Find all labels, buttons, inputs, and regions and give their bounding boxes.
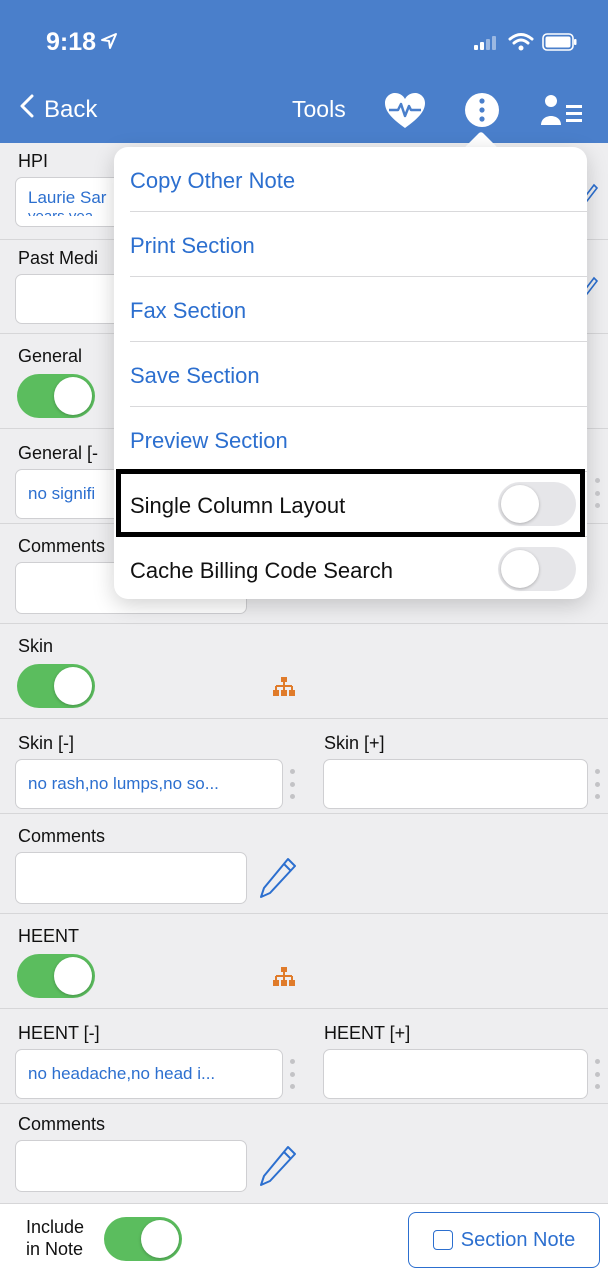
status-time: 9:18 <box>46 28 97 56</box>
drag-handle-icon[interactable] <box>593 478 601 508</box>
comments-label: Comments <box>18 536 106 556</box>
skin-label: Skin <box>18 636 54 656</box>
skin-toggle[interactable] <box>17 664 95 708</box>
highlight-box <box>116 469 585 537</box>
general-negative-label: General [- <box>18 443 99 463</box>
menu-item-label: Print Section <box>130 233 255 258</box>
wifi-icon <box>508 32 534 57</box>
menu-item-label: Fax Section <box>130 298 247 323</box>
section-note-label: Section Note <box>460 1228 576 1251</box>
skin-negative-field[interactable]: no rash,no lumps,no so... <box>15 759 283 809</box>
heart-pulse-icon[interactable] <box>383 92 427 135</box>
menu-item-fax-section[interactable]: Fax Section <box>114 277 587 342</box>
location-arrow-icon <box>100 32 118 55</box>
drag-handle-icon[interactable] <box>593 1059 601 1089</box>
drag-handle-icon[interactable] <box>288 769 296 799</box>
heent-findings-row: HEENT [-] no headache,no head i... HEENT… <box>0 1009 608 1104</box>
heent-label: HEENT <box>18 926 80 946</box>
user-list-icon[interactable] <box>541 93 585 132</box>
tree-icon[interactable] <box>272 966 296 993</box>
skin-positive-label: Skin [+] <box>324 733 385 753</box>
hpi-label: HPI <box>18 151 49 171</box>
menu-item-label: Save Section <box>130 363 260 388</box>
comments-row-2: Comments <box>0 814 608 914</box>
more-options-icon[interactable] <box>464 92 500 133</box>
signal-icon <box>474 34 500 55</box>
comments-label: Comments <box>18 1114 106 1134</box>
back-label: Back <box>44 95 98 123</box>
menu-item-label: Copy Other Note <box>130 168 296 193</box>
skin-findings-row: Skin [-] no rash,no lumps,no so... Skin … <box>0 719 608 814</box>
general-label: General <box>18 346 83 366</box>
include-in-note-label: Include in Note <box>26 1216 84 1260</box>
heent-negative-field[interactable]: no headache,no head i... <box>15 1049 283 1099</box>
menu-item-print-section[interactable]: Print Section <box>114 212 587 277</box>
tools-button[interactable]: Tools <box>292 96 346 123</box>
heent-row: HEENT <box>0 914 608 1009</box>
comments-field[interactable] <box>15 852 247 904</box>
include-in-note-toggle[interactable] <box>104 1217 182 1261</box>
skin-negative-label: Skin [-] <box>18 733 75 753</box>
menu-item-preview-section[interactable]: Preview Section <box>114 407 587 472</box>
battery-icon <box>542 33 578 56</box>
heent-positive-field[interactable] <box>323 1049 588 1099</box>
pencil-icon[interactable] <box>258 1144 298 1193</box>
general-toggle[interactable] <box>17 374 95 418</box>
include-label-line2: in Note <box>26 1239 84 1259</box>
menu-item-save-section[interactable]: Save Section <box>114 342 587 407</box>
back-button[interactable]: Back <box>20 94 97 125</box>
hpi-value: Laurie Sar <box>28 188 107 207</box>
include-label-line1: Include <box>26 1217 85 1237</box>
drag-handle-icon[interactable] <box>288 1059 296 1089</box>
heent-toggle[interactable] <box>17 954 95 998</box>
skin-row: Skin <box>0 624 608 719</box>
comments-field[interactable] <box>15 1140 247 1192</box>
heent-positive-label: HEENT [+] <box>324 1023 411 1043</box>
menu-item-label: Cache Billing Code Search <box>130 558 393 583</box>
heent-negative-value: no headache,no head i... <box>28 1064 216 1083</box>
pencil-icon[interactable] <box>258 856 298 905</box>
past-medical-label: Past Medi <box>18 248 99 268</box>
status-indicators <box>474 32 578 57</box>
drag-handle-icon[interactable] <box>593 769 601 799</box>
hpi-value-line2: years yea <box>28 208 93 216</box>
comments-row-3: Comments <box>0 1104 608 1203</box>
comments-label: Comments <box>18 826 106 846</box>
skin-positive-field[interactable] <box>323 759 588 809</box>
menu-item-label: Preview Section <box>130 428 288 453</box>
general-negative-value: no signifi <box>28 484 96 503</box>
section-note-button[interactable]: Section Note <box>408 1212 600 1268</box>
menu-item-copy-other-note[interactable]: Copy Other Note <box>114 147 587 212</box>
bottom-bar: Include in Note Section Note <box>0 1203 608 1273</box>
tree-icon[interactable] <box>272 676 296 703</box>
skin-negative-value: no rash,no lumps,no so... <box>28 774 219 793</box>
chevron-left-icon <box>20 94 34 125</box>
heent-negative-label: HEENT [-] <box>18 1023 100 1043</box>
menu-item-cache-billing-code-search: Cache Billing Code Search <box>114 537 587 602</box>
nav-header: 9:18 Back Tools <box>0 0 608 143</box>
checkbox-icon <box>432 1230 453 1250</box>
cache-billing-code-search-toggle[interactable] <box>498 547 576 591</box>
